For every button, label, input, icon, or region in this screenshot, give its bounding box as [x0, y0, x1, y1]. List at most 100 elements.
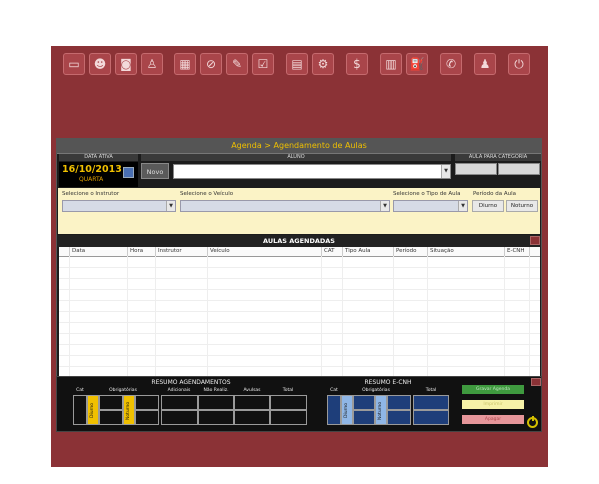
table-grid-line: [59, 355, 540, 356]
chevron-down-icon[interactable]: ▼: [380, 201, 389, 211]
aulas-menu-button[interactable]: [530, 236, 540, 245]
chevron-down-icon[interactable]: ▼: [166, 201, 175, 211]
tipo-aula-select[interactable]: ▼: [393, 200, 468, 212]
col-periodo[interactable]: Período: [393, 247, 427, 256]
re-noturno-label: Noturno: [378, 401, 383, 421]
ra-col-adicionais: Adicionais: [167, 388, 191, 393]
car-icon[interactable]: ◙: [115, 53, 137, 75]
periodo-label: Período da Aula: [473, 191, 517, 197]
active-date: 16/10/2013 QUARTA: [59, 162, 138, 187]
table-grid-line: [59, 322, 540, 323]
checklist-icon[interactable]: ☑: [252, 53, 274, 75]
table-grid-line: [59, 344, 540, 345]
re-diurno-label: Diurno: [344, 403, 349, 419]
summary-area: RESUMO AGENDAMENTOS Cat Obrigatórias Adi…: [56, 376, 542, 432]
col-hora[interactable]: Hora: [127, 247, 155, 256]
ra-noturno-marker: Noturno: [123, 395, 135, 425]
re-diurno-value-2: [353, 410, 375, 425]
documents-icon[interactable]: ▤: [286, 53, 308, 75]
gravar-agenda-button[interactable]: Gravar Agenda: [462, 385, 524, 394]
category-box-2[interactable]: [498, 163, 540, 175]
page-title: Agenda > Agendamento de Aulas: [57, 139, 541, 154]
instrutor-select[interactable]: ▼: [62, 200, 176, 212]
apagar-button[interactable]: Apagar: [462, 415, 524, 424]
re-cat-cell: [327, 395, 341, 425]
ra-col-avulsas: Avulsas: [243, 388, 261, 393]
ra-avulsas-cell: [234, 395, 270, 410]
monitor-icon[interactable]: ▭: [63, 53, 85, 75]
table-header: Data Hora Instrutor Veículo CAT Tipo Aul…: [59, 247, 540, 257]
ra-total-cell-2: [270, 410, 307, 425]
chevron-down-icon[interactable]: ▼: [441, 165, 450, 178]
col-veiculo[interactable]: Veículo: [207, 247, 321, 256]
aluno-label: ALUNO: [141, 154, 451, 161]
table-grid-line: [59, 278, 540, 279]
imprimir-button[interactable]: Imprimir: [462, 400, 524, 409]
calendar-edit-icon[interactable]: ✎: [226, 53, 248, 75]
table-grid-line: [59, 366, 540, 367]
col-ecnh[interactable]: E-CNH: [504, 247, 529, 256]
user-icon[interactable]: ♟: [474, 53, 496, 75]
resumo-ecnh: RESUMO E-CNH Cat Obrigatórias Total Diur…: [323, 379, 453, 427]
cash-register-icon[interactable]: ▥: [380, 53, 402, 75]
noturno-button[interactable]: Noturno: [506, 200, 538, 212]
col-instrutor[interactable]: Instrutor: [155, 247, 207, 256]
diurno-button[interactable]: Diurno: [472, 200, 504, 212]
aula-categoria-label: AULA PARA CATEGORIA: [455, 154, 541, 161]
filter-bar: Selecione o Instrutor ▼ Selecione o Veíc…: [58, 188, 540, 234]
re-noturno-value: [387, 395, 411, 410]
ra-col-obrigatorias: Obrigatórias: [109, 388, 137, 393]
summary-corner-button[interactable]: [531, 378, 541, 386]
calendar-23-icon[interactable]: ▦: [174, 53, 196, 75]
resumo-agendamentos-title: RESUMO AGENDAMENTOS: [151, 379, 231, 386]
app-window: ▭ ☻ ◙ ♙ ▦ ⊘ ✎ ☑ ▤ ⚙ $ ▥ ⛽ ✆ ♟ ⏻ Agenda >…: [51, 46, 548, 467]
instructor-icon[interactable]: ♙: [141, 53, 163, 75]
ra-cat-cell: [73, 395, 87, 425]
ra-adicionais-cell-2: [161, 410, 198, 425]
ra-noturno-value: [135, 395, 159, 410]
table-grid-line: [59, 333, 540, 334]
money-icon[interactable]: $: [346, 53, 368, 75]
col-data[interactable]: Data: [69, 247, 127, 256]
instrutor-label: Selecione o Instrutor: [62, 191, 120, 197]
power-icon[interactable]: [527, 416, 538, 428]
ra-total-cell: [270, 395, 307, 410]
calendar-cancel-icon[interactable]: ⊘: [200, 53, 222, 75]
aulas-agendadas-title: AULAS AGENDADAS: [57, 235, 541, 247]
table-grid-line: [59, 300, 540, 301]
re-noturno-marker: Noturno: [375, 395, 387, 425]
ra-col-nao-realiz: Não Realiz.: [203, 388, 229, 393]
resumo-agendamentos: RESUMO AGENDAMENTOS Cat Obrigatórias Adi…: [71, 379, 311, 427]
table-grid-line: [59, 311, 540, 312]
ra-nao-realiz-cell: [198, 395, 234, 410]
ra-adicionais-cell: [161, 395, 198, 410]
fuel-pump-icon[interactable]: ⛽: [406, 53, 428, 75]
re-col-total: Total: [425, 388, 437, 393]
category-box-1[interactable]: [455, 163, 497, 175]
col-extra: [529, 247, 540, 256]
resumo-ecnh-title: RESUMO E-CNH: [364, 379, 412, 386]
re-col-obrigatorias: Obrigatórias: [362, 388, 390, 393]
chevron-down-icon[interactable]: ▼: [458, 201, 467, 211]
re-diurno-value: [353, 395, 375, 410]
ra-noturno-value-2: [135, 410, 159, 425]
ra-diurno-value: [99, 395, 123, 410]
users-icon[interactable]: ☻: [89, 53, 111, 75]
col-cat[interactable]: CAT: [321, 247, 342, 256]
re-col-cat: Cat: [330, 388, 338, 393]
calendar-icon[interactable]: [123, 167, 134, 178]
re-total-cell-2: [413, 410, 449, 425]
aluno-select[interactable]: ▼: [173, 164, 451, 179]
novo-button[interactable]: Novo: [141, 163, 169, 179]
weekday-value: QUARTA: [79, 176, 104, 183]
col-tipo-aula[interactable]: Tipo Aula: [342, 247, 393, 256]
phone-icon[interactable]: ✆: [440, 53, 462, 75]
table-grid-line: [59, 267, 540, 268]
col-situacao[interactable]: Situação: [427, 247, 504, 256]
re-diurno-marker: Diurno: [341, 395, 353, 425]
veiculo-select[interactable]: ▼: [180, 200, 390, 212]
power-icon[interactable]: ⏻: [508, 53, 530, 75]
re-noturno-value-2: [387, 410, 411, 425]
gear-icon[interactable]: ⚙: [312, 53, 334, 75]
tipo-aula-label: Selecione o Tipo de Aula: [393, 191, 461, 197]
